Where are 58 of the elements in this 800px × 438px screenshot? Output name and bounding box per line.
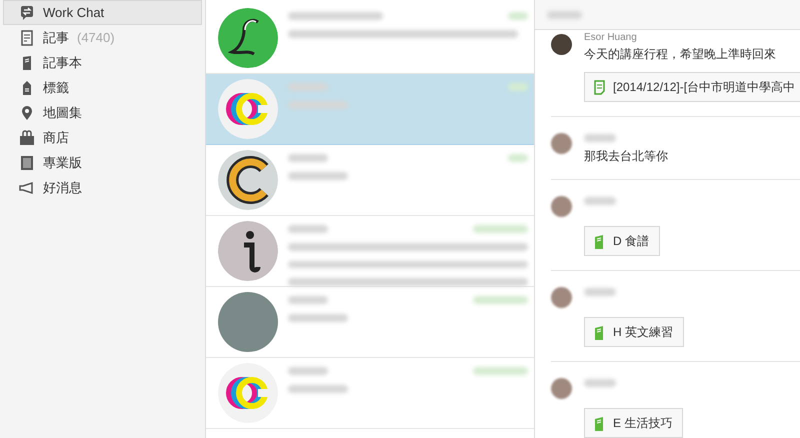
blurred-sender (584, 288, 616, 296)
message-text: 今天的講座行程，希望晚上準時回來 (584, 46, 776, 63)
sidebar-item[interactable]: Work Chat (3, 0, 202, 25)
map-pin-icon (19, 104, 35, 120)
sidebar-item[interactable]: 標籤 (3, 75, 202, 100)
blurred-date (473, 296, 528, 304)
notebook-icon (594, 234, 605, 248)
message-text: 那我去台北等你 (584, 148, 668, 165)
attachment-title: [2014/12/12]-[台中市明道中學高中 (613, 79, 796, 96)
attachment-card[interactable]: D 食譜 (584, 226, 660, 256)
letter-i-logo (218, 221, 278, 281)
chat-icon (19, 4, 35, 20)
blurred-title (547, 10, 582, 18)
letter-c-logo (218, 79, 278, 139)
blurred-date (473, 367, 528, 375)
blurred-date (473, 225, 528, 233)
note-icon (19, 30, 35, 46)
attachment-card[interactable]: [2014/12/12]-[台中市明道中學高中 (584, 72, 800, 102)
blurred-date (508, 83, 528, 91)
conversation-row[interactable] (206, 74, 534, 145)
blurred-preview (288, 172, 348, 180)
blurred-name (288, 367, 328, 375)
attachment-title: H 英文練習 (613, 324, 673, 341)
avatar (551, 378, 572, 399)
blurred-name (288, 154, 328, 162)
badge-icon (19, 154, 35, 170)
sidebar-item[interactable]: 記事 (4740) (3, 25, 202, 50)
notebook-icon (594, 416, 605, 430)
blurred-name (288, 296, 328, 304)
blurred-preview (288, 385, 348, 393)
letter-l-logo (218, 8, 278, 68)
blurred-sender (584, 197, 616, 205)
blurred-sender (584, 379, 616, 387)
avatar (551, 133, 572, 154)
attachment-card[interactable]: H 英文練習 (584, 317, 684, 347)
sidebar-item[interactable]: 專業版 (3, 150, 202, 175)
blurred-preview (288, 314, 348, 322)
note-icon (594, 80, 605, 94)
avatar (551, 34, 572, 55)
avatar (551, 287, 572, 308)
letter-c-logo (218, 150, 278, 210)
notebook-icon (594, 324, 605, 340)
blurred-date (508, 12, 528, 20)
sidebar-item[interactable]: 好消息 (3, 175, 202, 200)
blurred-date (508, 154, 528, 162)
horn-icon (19, 180, 35, 196)
letter-c-logo (218, 363, 278, 423)
sidebar-item[interactable]: 地圖集 (3, 100, 202, 125)
shop-icon (19, 130, 35, 146)
sidebar-item[interactable]: 商店 (3, 125, 202, 150)
attachment-title: E 生活技巧 (613, 415, 672, 432)
blurred-name (288, 225, 328, 233)
sidebar-item[interactable]: 記事本 (3, 50, 202, 75)
attachment-card[interactable]: E 生活技巧 (584, 408, 684, 438)
avatar (551, 196, 572, 217)
sender-name: Esor Huang (584, 32, 638, 44)
blurred-sender (584, 134, 616, 142)
attachment-title: D 食譜 (613, 233, 649, 250)
